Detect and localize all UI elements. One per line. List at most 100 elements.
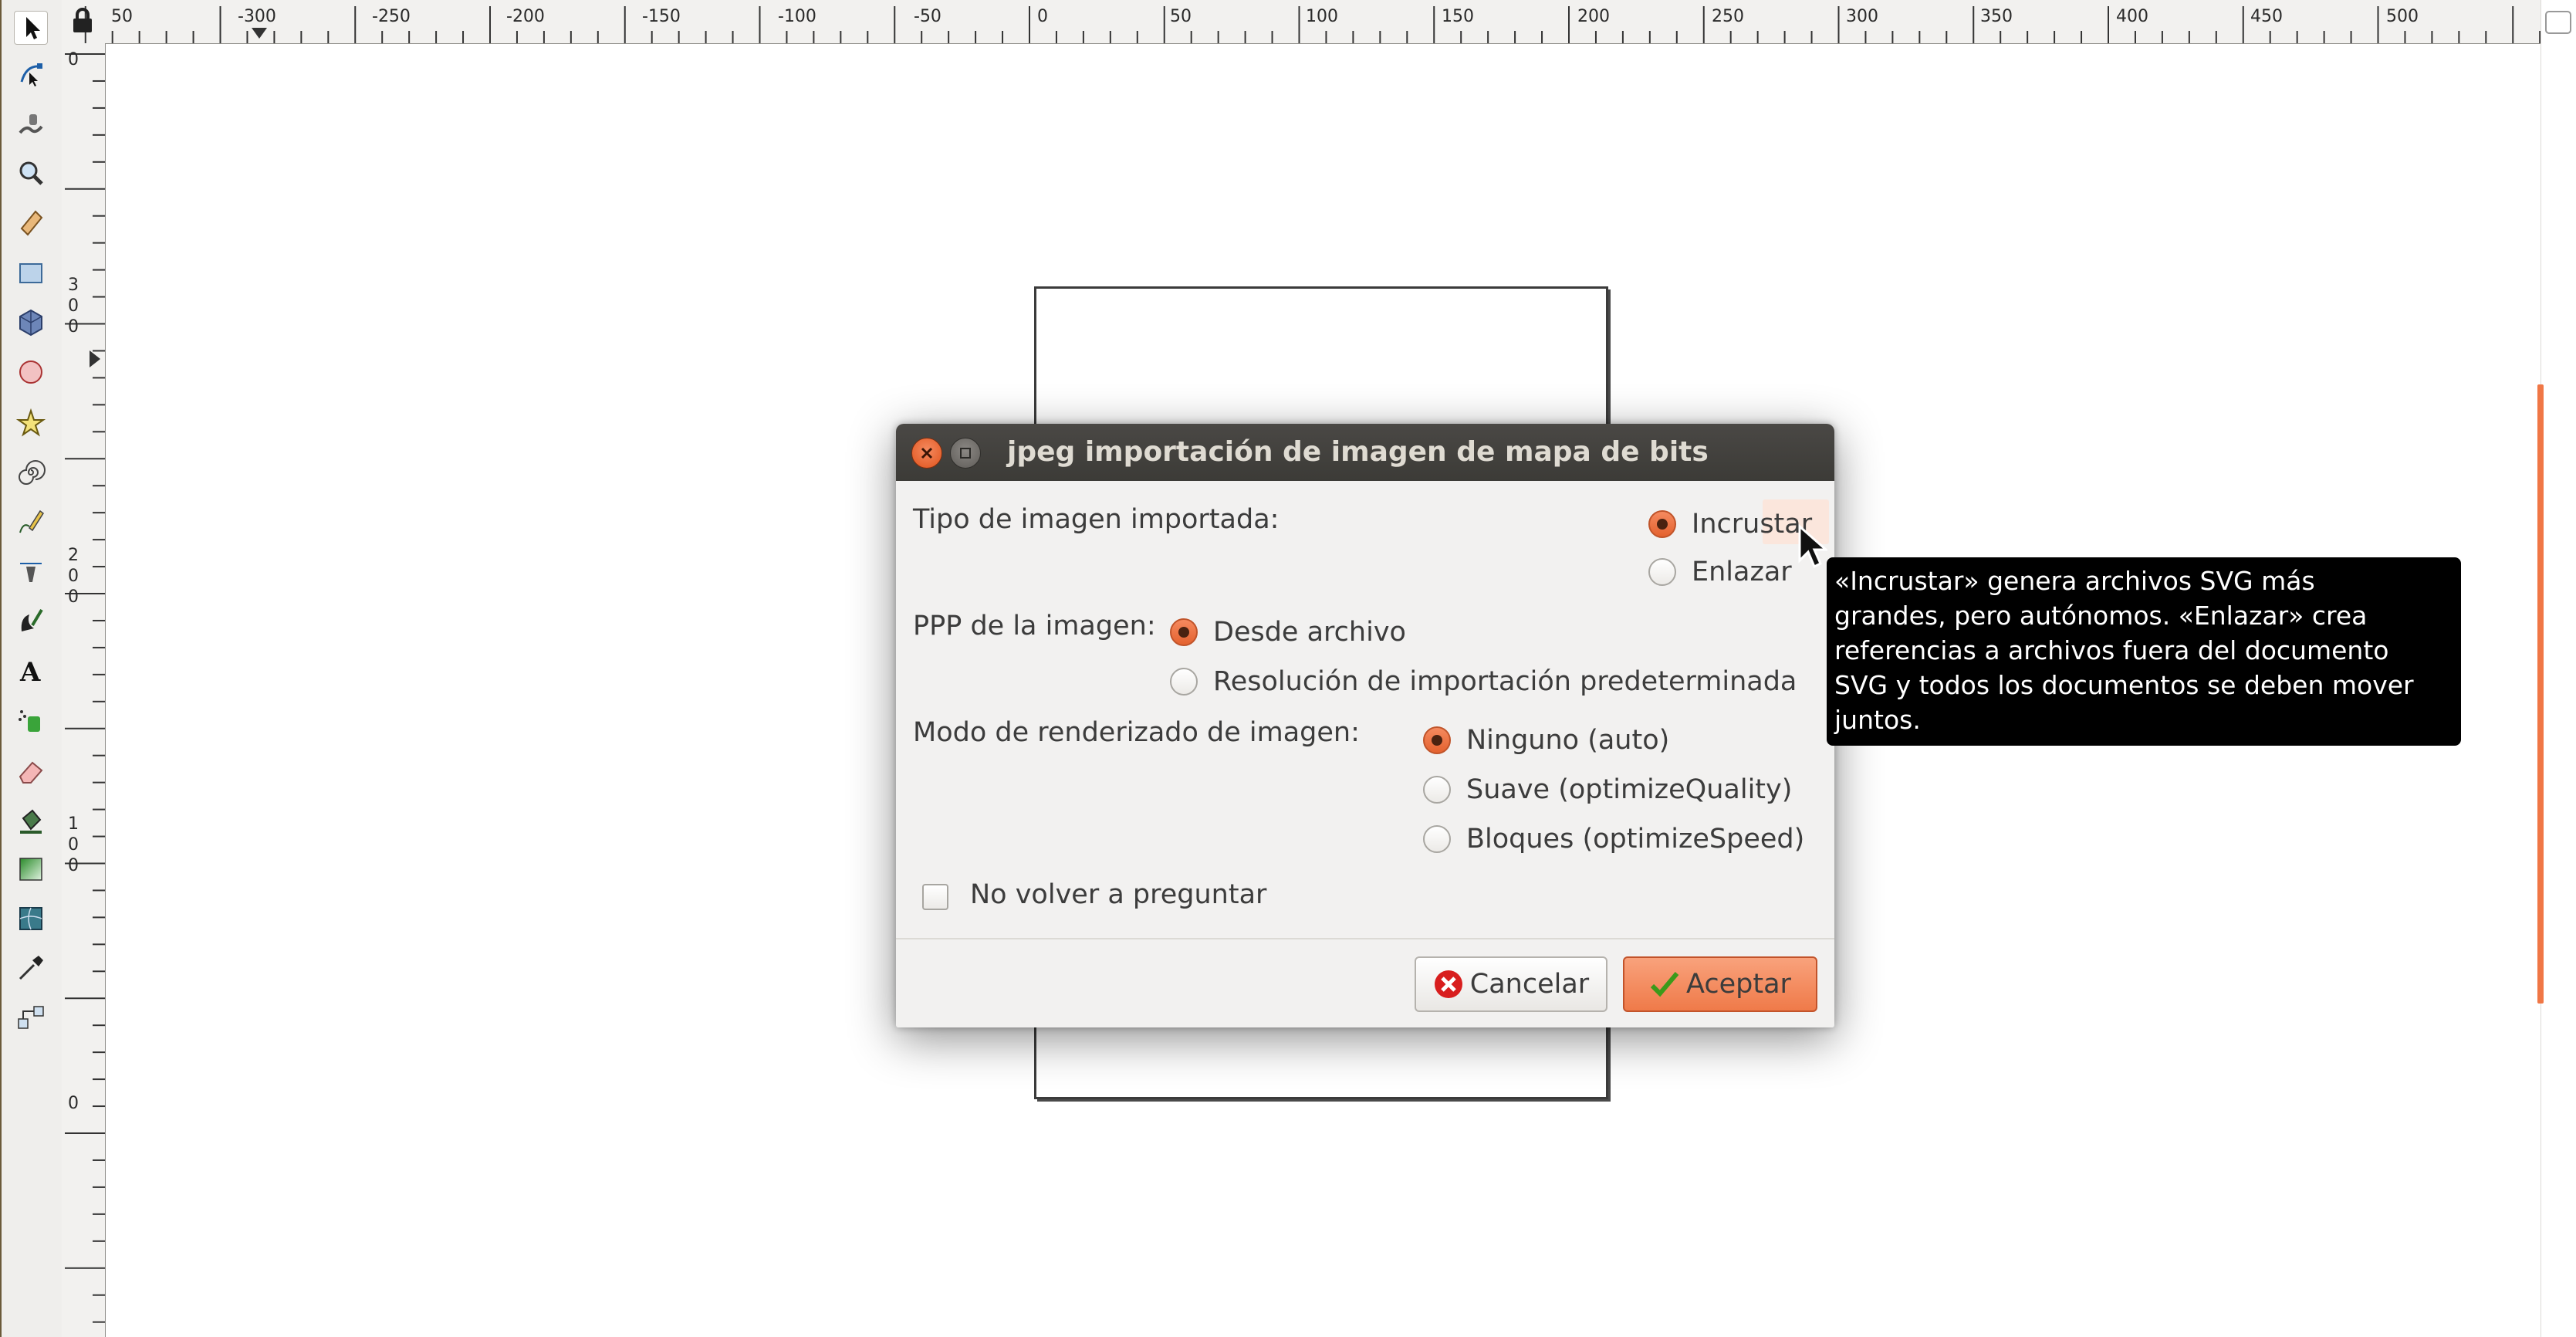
cancel-button[interactable]: Cancelar [1415, 956, 1607, 1012]
ruler-label: -50 [914, 7, 941, 26]
eraser-icon [19, 761, 43, 784]
spray-tool[interactable] [14, 702, 48, 736]
close-button[interactable] [911, 438, 942, 469]
ruler-label: 0 [68, 856, 79, 875]
horizontal-ruler[interactable]: 50 -300 -250 -200 -150 -100 -50 0 50 100 150 200 250… [62, 0, 2541, 44]
dialog-title: jpeg importación de imagen de mapa de bi… [1007, 436, 1709, 468]
bitmap-import-dialog: jpeg importación de imagen de mapa de bi… [896, 424, 1834, 1027]
radio-button-checked[interactable] [1170, 618, 1198, 646]
selector-tool[interactable] [14, 11, 48, 45]
ruler-label: 150 [1442, 7, 1474, 26]
ruler-label: 50 [111, 7, 133, 26]
spiral-tool[interactable] [14, 455, 48, 489]
radio-enlazar[interactable]: Enlazar [1648, 557, 1792, 587]
radio-button-checked[interactable] [1423, 726, 1451, 754]
cancel-label: Cancelar [1469, 969, 1590, 1000]
node-edit-icon [20, 63, 42, 86]
maximize-button[interactable] [950, 438, 981, 469]
dont-ask-label[interactable]: No volver a preguntar [970, 879, 1266, 910]
checkmark-icon [1650, 972, 1679, 997]
tooltip: «Incrustar» genera archivos SVG más gran… [1827, 557, 2461, 746]
ruler-label: -250 [372, 7, 411, 26]
zoom-corner-button[interactable] [2545, 11, 2571, 34]
3d-box-icon [19, 309, 42, 337]
toolbox: A [0, 0, 63, 1337]
gradient-icon [19, 858, 42, 881]
window-edge [0, 0, 2, 1337]
scrollbar-thumb[interactable] [2537, 384, 2544, 1004]
magnifier-icon [19, 161, 43, 185]
radio-ninguno-label: Ninguno (auto) [1466, 725, 1670, 756]
ruler-label: -200 [506, 7, 545, 26]
radio-enlazar-label: Enlazar [1692, 557, 1792, 587]
text-tool[interactable]: A [14, 653, 48, 687]
pen-bezier-icon [20, 563, 42, 582]
radio-ninguno[interactable]: Ninguno (auto) [1423, 725, 1669, 756]
ruler-label: 1 [68, 814, 79, 834]
dialog-separator [896, 938, 1834, 939]
vertical-scrollbar[interactable] [2541, 0, 2576, 1337]
calligraphy-icon [21, 608, 43, 631]
ruler-label: 350 [1980, 7, 2013, 26]
radio-desde-archivo-label: Desde archivo [1213, 617, 1406, 648]
ruler-pointer-marker [90, 350, 100, 367]
image-type-label: Tipo de imagen importada: [913, 504, 1280, 535]
radio-bloques[interactable]: Bloques (optimizeSpeed) [1423, 824, 1804, 855]
3dbox-tool[interactable] [14, 306, 48, 340]
lock-icon[interactable] [71, 8, 94, 34]
mesh-tool[interactable] [14, 902, 48, 936]
zoom-tool[interactable] [14, 156, 48, 190]
radio-button[interactable] [1648, 558, 1676, 586]
rect-tool[interactable] [14, 256, 48, 290]
ruler-label: 250 [1712, 7, 1744, 26]
ruler-icon [20, 210, 43, 236]
ellipse-tool[interactable] [14, 355, 48, 389]
connector-tool[interactable] [14, 1000, 48, 1034]
maximize-icon [960, 448, 971, 459]
calligraphy-tool[interactable] [14, 604, 48, 638]
dropper-icon [19, 956, 43, 980]
pen-tool[interactable] [14, 554, 48, 588]
measure-tool[interactable] [14, 205, 48, 239]
eraser-tool[interactable] [14, 753, 48, 787]
radio-desde-archivo[interactable]: Desde archivo [1170, 617, 1406, 648]
paint-bucket-tool[interactable] [14, 803, 48, 837]
vertical-ruler[interactable]: 03002001000 [62, 43, 106, 1337]
ok-button[interactable]: Aceptar [1623, 956, 1817, 1012]
rectangle-icon [19, 263, 42, 283]
ruler-label: 450 [2250, 7, 2283, 26]
cancel-icon [1434, 970, 1462, 998]
pencil-tool[interactable] [14, 505, 48, 539]
svg-text:A: A [19, 657, 41, 685]
tweak-tool[interactable] [14, 107, 48, 140]
inkscape-window: A 50 -300 -250 -200 -150 -100 -50 0 50 100 150 200 2… [0, 0, 2576, 1337]
radio-suave[interactable]: Suave (optimizeQuality) [1423, 774, 1792, 805]
dpi-label: PPP de la imagen: [913, 611, 1156, 641]
node-tool[interactable] [14, 57, 48, 91]
horizontal-ruler-ticks: 50 -300 -250 -200 -150 -100 -50 0 50 100 150 200 250… [84, 6, 2541, 43]
radio-bloques-label: Bloques (optimizeSpeed) [1466, 824, 1805, 855]
ruler-label: 50 [1170, 7, 1192, 26]
gradient-tool[interactable] [14, 852, 48, 886]
ruler-label: 0 [1037, 7, 1048, 26]
dialog-titlebar[interactable]: jpeg importación de imagen de mapa de bi… [896, 424, 1834, 481]
radio-button[interactable] [1423, 776, 1451, 804]
radio-incrustar[interactable]: Incrustar [1648, 509, 1812, 540]
tooltip-line: referencias a archivos fuera del documen… [1834, 635, 2389, 665]
radio-button[interactable] [1423, 825, 1451, 853]
text-a-icon: A [19, 657, 41, 685]
star-tool[interactable] [14, 406, 48, 440]
close-icon [921, 447, 933, 459]
radio-button-checked[interactable] [1648, 510, 1676, 538]
spiral-icon [19, 460, 46, 485]
tooltip-line: grandes, pero autónomos. «Enlazar» crea [1834, 601, 2368, 631]
arrow-pointer-icon [26, 17, 40, 39]
radio-button[interactable] [1170, 668, 1198, 696]
ruler-label: -300 [238, 7, 276, 26]
dropper-tool[interactable] [14, 951, 48, 985]
dont-ask-checkbox[interactable] [922, 884, 948, 910]
mouse-cursor-icon [1798, 523, 1827, 569]
mesh-icon [19, 907, 42, 930]
radio-resolucion-predeterminada[interactable]: Resolución de importación predeterminada [1170, 666, 1797, 697]
spray-icon [19, 710, 40, 732]
